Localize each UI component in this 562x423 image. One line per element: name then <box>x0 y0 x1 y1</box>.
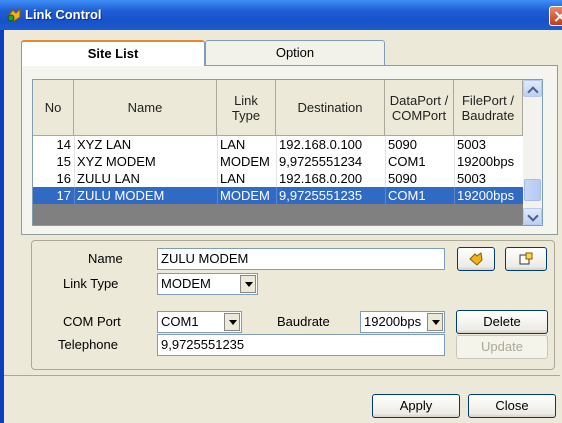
cell-dataport: COM1 <box>388 154 426 169</box>
grid-line <box>276 136 277 153</box>
baudrate-select[interactable]: 19200bps <box>360 311 445 333</box>
cell-fileport: 19200bps <box>457 154 515 169</box>
disconnect-button[interactable] <box>505 247 547 271</box>
com-port-select[interactable]: COM1 <box>157 311 242 333</box>
close-window-button[interactable] <box>549 6 562 26</box>
cell-destination: 192.168.0.200 <box>279 171 363 186</box>
column-header-name[interactable]: Name <box>74 80 217 136</box>
cell-destination: 9,9725551234 <box>279 154 363 169</box>
tab-option[interactable]: Option <box>205 40 385 65</box>
grid-line <box>74 153 75 170</box>
window-frame-left <box>0 30 4 423</box>
table-row[interactable]: 14 XYZ LAN LAN 192.168.0.100 5090 5003 <box>33 136 523 153</box>
column-header-fileport[interactable]: FilePort / Baudrate <box>454 80 523 136</box>
column-header-dataport[interactable]: DataPort / COMPort <box>385 80 454 136</box>
grid-line <box>385 153 386 170</box>
grid-line <box>385 187 386 204</box>
grid-line <box>217 136 218 153</box>
name-field[interactable]: ZULU MODEM <box>157 248 445 270</box>
grid-line <box>385 170 386 187</box>
cell-link-type: LAN <box>220 171 246 186</box>
telephone-label: Telephone <box>58 337 118 352</box>
chevron-down-icon[interactable] <box>240 275 256 293</box>
tab-label: Site List <box>87 46 139 61</box>
chevron-down-icon[interactable] <box>427 313 443 331</box>
cell-link-type: MODEM <box>220 188 270 203</box>
telephone-field[interactable]: 9,9725551235 <box>157 334 445 356</box>
grid-line <box>454 187 455 204</box>
table-row[interactable]: 16 ZULU LAN LAN 192.168.0.200 5090 5003 <box>33 170 523 187</box>
table-row[interactable]: 15 XYZ MODEM MODEM 9,9725551234 COM1 19200bps <box>33 153 523 170</box>
scroll-down-button[interactable] <box>523 208 542 225</box>
grid-line <box>454 136 455 153</box>
disconnect-icon <box>519 252 533 265</box>
cell-fileport: 19200bps <box>457 188 515 203</box>
cell-dataport: 5090 <box>388 171 417 186</box>
grid-line <box>74 136 75 153</box>
window-title: Link Control <box>25 7 102 22</box>
column-header-destination[interactable]: Destination <box>276 80 385 136</box>
cell-link-type: MODEM <box>220 154 270 169</box>
cell-fileport: 5003 <box>457 137 486 152</box>
cell-no: 16 <box>56 171 71 186</box>
grid-line <box>385 136 386 153</box>
chevron-up-icon <box>527 86 539 98</box>
grid-line <box>74 187 75 204</box>
grid-line <box>276 153 277 170</box>
chevron-down-icon <box>527 210 539 222</box>
cell-fileport: 5003 <box>457 171 486 186</box>
column-header-no[interactable]: No <box>33 80 74 136</box>
grid-line <box>276 187 277 204</box>
title-bar[interactable]: Link Control <box>0 0 562 30</box>
grid-line <box>276 170 277 187</box>
cell-dataport: COM1 <box>388 188 426 203</box>
baudrate-label: Baudrate <box>277 314 330 329</box>
chevron-down-icon[interactable] <box>224 313 240 331</box>
scroll-thumb[interactable] <box>524 179 541 201</box>
cell-name: XYZ LAN <box>77 137 132 152</box>
update-button[interactable]: Update <box>456 335 548 359</box>
table-empty-area <box>33 204 523 225</box>
apply-button[interactable]: Apply <box>372 394 460 418</box>
cell-no: 14 <box>56 137 71 152</box>
column-header-link-type[interactable]: Link Type <box>217 80 276 136</box>
cell-name: ZULU LAN <box>77 171 140 186</box>
grid-line <box>217 187 218 204</box>
grid-line <box>217 170 218 187</box>
cell-destination: 192.168.0.100 <box>279 137 363 152</box>
com-port-label: COM Port <box>63 314 121 329</box>
delete-button[interactable]: Delete <box>456 310 548 334</box>
tab-label: Option <box>275 45 315 60</box>
cell-link-type: LAN <box>220 137 246 152</box>
link-type-label: Link Type <box>63 276 119 291</box>
connect-icon <box>469 252 483 266</box>
close-button[interactable]: Close <box>468 394 556 418</box>
cell-no: 17 <box>56 188 71 203</box>
table-row[interactable]: 17 ZULU MODEM MODEM 9,9725551235 COM1 19200bp… <box>33 187 523 204</box>
scroll-up-button[interactable] <box>523 80 542 98</box>
site-list-table[interactable]: No Name Link Type Destination DataPort /… <box>32 79 543 226</box>
cell-name: XYZ MODEM <box>77 154 156 169</box>
grid-line <box>217 153 218 170</box>
name-label: Name <box>88 251 123 266</box>
cell-no: 15 <box>56 154 71 169</box>
grid-line <box>454 170 455 187</box>
cell-name: ZULU MODEM <box>77 188 165 203</box>
link-type-select[interactable]: MODEM <box>157 273 258 295</box>
cell-dataport: 5090 <box>388 137 417 152</box>
bottom-separator <box>4 375 560 376</box>
grid-line <box>454 153 455 170</box>
cell-destination: 9,9725551235 <box>279 188 363 203</box>
tab-site-list[interactable]: Site List <box>21 40 205 66</box>
connect-button[interactable] <box>457 247 495 271</box>
link-control-app-icon <box>7 7 21 22</box>
table-vertical-scrollbar[interactable] <box>523 80 542 225</box>
grid-line <box>74 170 75 187</box>
